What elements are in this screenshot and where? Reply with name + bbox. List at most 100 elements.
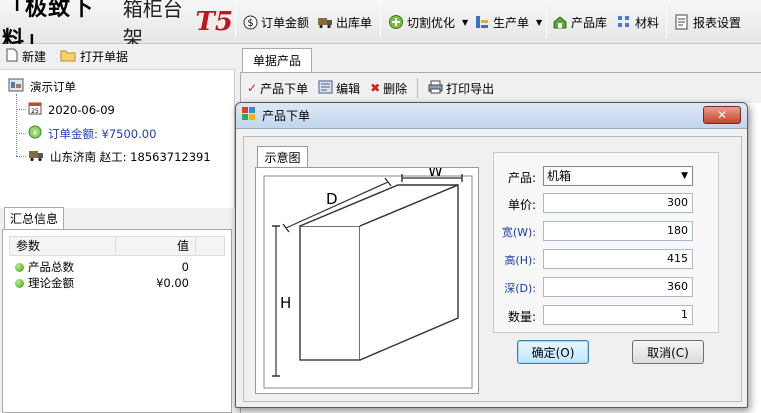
open-document-label: 打开单据 — [80, 50, 129, 64]
material-icon — [616, 14, 632, 30]
dialog-app-icon — [242, 107, 256, 124]
summary-tab-label: 汇总信息 — [9, 212, 58, 226]
toolbar-divider — [380, 6, 381, 38]
production-order-button[interactable]: 生产单 ▼ — [474, 10, 542, 34]
close-button[interactable]: ✕ — [703, 106, 741, 124]
product-select[interactable]: 机箱 ▼ — [543, 166, 693, 186]
height-field-label: 高(H): — [504, 254, 536, 267]
product-label: 产品: — [507, 171, 536, 185]
print-export-button[interactable]: 打印导出 — [428, 80, 494, 97]
calendar-icon: 25 — [28, 101, 42, 118]
material-label: 材料 — [635, 15, 660, 30]
param-cell: 理论金额 — [9, 275, 115, 291]
cancel-button[interactable]: 取消(C) — [632, 340, 704, 364]
quantity-field[interactable]: 1 — [543, 305, 693, 325]
svg-text:$: $ — [247, 18, 253, 29]
price-label: 单价: — [507, 198, 536, 212]
edit-button[interactable]: 编辑 — [318, 80, 360, 97]
open-document-button[interactable]: 打开单据 — [60, 48, 128, 65]
material-button[interactable]: 材料 — [616, 10, 659, 34]
tab-order-products[interactable]: 单据产品 — [242, 48, 312, 72]
product-order-dialog: 产品下单 ✕ 示意图 D W H 产品: 机箱 ▼ 单价: 300 宽(W): … — [235, 102, 748, 408]
depth-field[interactable]: 360 — [543, 277, 693, 297]
svg-text:25: 25 — [31, 108, 39, 115]
chevron-down-icon: ▼ — [681, 171, 688, 181]
price-field[interactable]: 300 — [543, 193, 693, 213]
toolbar-divider — [417, 78, 419, 98]
param-name: 产品总数 — [28, 260, 74, 274]
edit-icon — [318, 80, 333, 97]
param-value: ¥0.00 — [156, 276, 189, 290]
report-settings-button[interactable]: 报表设置 — [674, 10, 741, 34]
column-header-value[interactable]: 值 — [116, 237, 196, 255]
diagram-panel: D W H — [255, 162, 479, 394]
order-amount-value: 订单金额: ¥7500.00 — [48, 126, 157, 141]
ok-button-label: 确定(O) — [531, 345, 575, 360]
order-tree-panel: 新建 打开单据 演示订单 25 2020-06-09 ¥ 订单金额: ¥7500… — [0, 44, 235, 208]
delete-button[interactable]: ✖ 删除 — [370, 80, 407, 97]
product-library-button[interactable]: 产品库 — [552, 10, 607, 34]
left-toolbar: 新建 打开单据 — [0, 44, 235, 70]
place-order-label: 产品下单 — [260, 81, 309, 96]
chevron-down-icon: ▼ — [536, 17, 543, 27]
outbound-order-button[interactable]: 出库单 — [317, 10, 372, 34]
tree-item-amount[interactable]: ¥ 订单金额: ¥7500.00 — [28, 125, 156, 142]
box-front-face — [299, 225, 361, 361]
order-products-tab-label: 单据产品 — [252, 54, 301, 68]
tree-connector — [16, 156, 26, 157]
summary-panel: 参数 值 产品总数 0 理论金额 ¥0.00 — [2, 229, 232, 413]
table-row[interactable]: 产品总数 0 — [9, 259, 225, 275]
cut-optimize-label: 切割优化 — [407, 15, 456, 30]
truck-icon — [28, 149, 44, 165]
toolbar-divider — [666, 6, 667, 38]
app-logo: 「极致下料」 箱柜台架 T5 — [2, 0, 233, 53]
print-export-label: 打印导出 — [446, 81, 495, 96]
column-header-param[interactable]: 参数 — [10, 237, 116, 255]
tree-root-demo-order[interactable]: 演示订单 — [8, 77, 76, 96]
summary-grid-header: 参数 值 — [9, 236, 225, 256]
depth-field-label: 深(D): — [504, 282, 536, 295]
toolbar-divider — [235, 6, 236, 38]
param-value: 0 — [181, 260, 189, 274]
close-icon: ✕ — [716, 108, 728, 122]
tab-diagram[interactable]: 示意图 — [257, 146, 308, 167]
order-date-label: 2020-06-09 — [48, 102, 115, 117]
products-toolbar: ✓ 产品下单 编辑 ✖ 删除 打印导出 — [241, 73, 761, 103]
tab-summary[interactable]: 汇总信息 — [4, 207, 64, 229]
production-order-label: 生产单 — [493, 15, 530, 30]
cut-optimize-button[interactable]: 切割优化 ▼ — [388, 10, 468, 34]
report-icon — [674, 14, 690, 30]
product-library-icon — [552, 14, 568, 30]
box-diagram: D W H — [263, 162, 473, 389]
cutting-icon — [388, 14, 404, 30]
logo-version: T5 — [195, 7, 233, 37]
place-order-button[interactable]: ✓ 产品下单 — [247, 80, 308, 97]
customer-info-label: 山东济南 赵工: 18563712391 — [50, 150, 211, 164]
green-dot-icon — [15, 262, 24, 272]
tree-root-label: 演示订单 — [30, 79, 76, 94]
main-toolbar: 「极致下料」 箱柜台架 T5 $ 订单金额 出库单 切割优化 ▼ 生产单 ▼ 产 — [0, 0, 761, 53]
new-button[interactable]: 新建 — [6, 48, 46, 65]
order-amount-button[interactable]: $ 订单金额 — [242, 10, 309, 34]
delete-icon: ✖ — [370, 81, 381, 95]
outbound-order-label: 出库单 — [336, 15, 373, 30]
depth-label: D — [326, 190, 338, 208]
chevron-down-icon: ▼ — [462, 17, 469, 27]
table-row[interactable]: 理论金额 ¥0.00 — [9, 275, 225, 291]
edit-label: 编辑 — [336, 81, 361, 96]
ok-button[interactable]: 确定(O) — [517, 340, 589, 364]
production-icon — [474, 14, 490, 30]
param-cell: 产品总数 — [9, 259, 115, 275]
tree-item-date[interactable]: 25 2020-06-09 — [28, 101, 115, 118]
width-label: W — [428, 168, 443, 180]
tree-connector — [16, 133, 26, 134]
dialog-title: 产品下单 — [262, 109, 311, 123]
tree-item-customer[interactable]: 山东济南 赵工: 18563712391 — [28, 149, 211, 165]
checkmark-icon: ✓ — [247, 81, 258, 95]
new-document-icon — [6, 48, 18, 65]
height-field[interactable]: 415 — [543, 249, 693, 269]
width-field[interactable]: 180 — [543, 221, 693, 241]
folder-icon — [60, 49, 76, 65]
dialog-titlebar[interactable]: 产品下单 — [236, 103, 747, 129]
width-field-label: 宽(W): — [501, 226, 536, 239]
